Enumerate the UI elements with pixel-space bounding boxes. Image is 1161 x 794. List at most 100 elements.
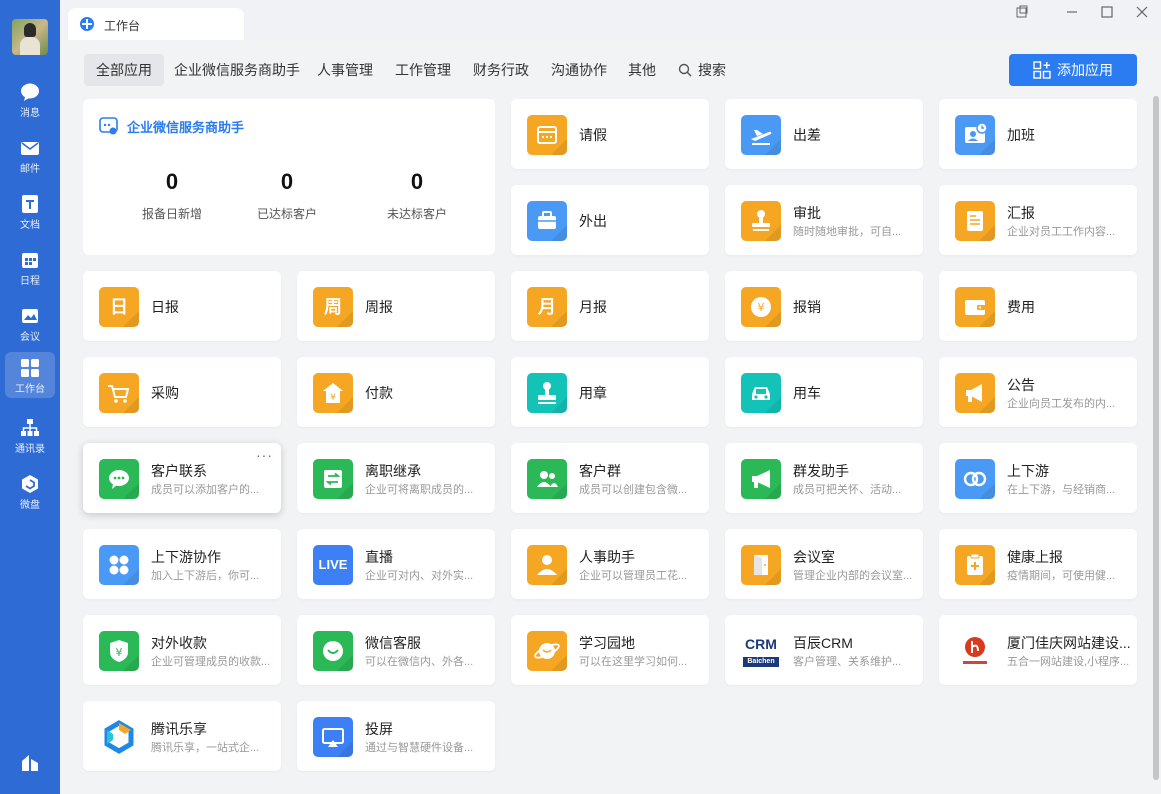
customer-chat-icon bbox=[99, 459, 139, 499]
app-card[interactable]: 上下游 在上下游，与经销商... bbox=[939, 443, 1137, 513]
app-card[interactable]: 客户群 成员可以创建包含微... bbox=[511, 443, 709, 513]
sidebar-item-meeting[interactable]: 会议 bbox=[5, 300, 55, 346]
app-name: 百辰CRM bbox=[793, 635, 853, 651]
app-card[interactable]: ¥ 对外收款 企业可管理成员的收款... bbox=[83, 615, 281, 685]
scrollbar[interactable] bbox=[1153, 96, 1159, 780]
sidebar-item-bottom[interactable] bbox=[5, 746, 55, 782]
stamp-icon bbox=[741, 201, 781, 241]
tab-search[interactable]: 搜索 bbox=[666, 54, 738, 86]
maximize-icon[interactable] bbox=[1099, 4, 1115, 20]
app-card[interactable]: 上下游协作 加入上下游后，你可... bbox=[83, 529, 281, 599]
app-card[interactable]: 审批 随时随地审批，可自... bbox=[725, 185, 923, 255]
app-name: 直播 bbox=[365, 549, 393, 565]
app-card[interactable]: 群发助手 成员可把关怀、活动... bbox=[725, 443, 923, 513]
live-icon: LIVE bbox=[313, 545, 353, 585]
app-card[interactable]: 人事助手 企业可以管理员工花... bbox=[511, 529, 709, 599]
app-card[interactable]: 出差 bbox=[725, 99, 923, 169]
app-card[interactable]: 客户联系 成员可以添加客户的... ··· bbox=[83, 443, 281, 513]
app-card[interactable]: 外出 bbox=[511, 185, 709, 255]
app-card[interactable]: 加班 bbox=[939, 99, 1137, 169]
payment-house-icon: ¥ bbox=[313, 373, 353, 413]
app-name: 微信客服 bbox=[365, 635, 421, 651]
app-name: 用章 bbox=[579, 385, 607, 401]
app-card[interactable]: 学习园地 可以在这里学习如何... bbox=[511, 615, 709, 685]
daily-icon: 日 bbox=[99, 287, 139, 327]
icon-glyph: 月 bbox=[538, 297, 556, 317]
app-card[interactable]: 投屏 通过与智慧硬件设备... bbox=[297, 701, 495, 771]
app-card[interactable]: 离职继承 企业可将离职成员的... bbox=[297, 443, 495, 513]
tab-other[interactable]: 其他 bbox=[616, 54, 668, 86]
icon-glyph: 日 bbox=[110, 297, 128, 317]
tab-workbench[interactable]: 工作台 bbox=[68, 8, 244, 40]
close-icon[interactable] bbox=[1134, 4, 1150, 20]
yuan-shield-icon: ¥ bbox=[99, 631, 139, 671]
app-card[interactable]: 用车 bbox=[725, 357, 923, 427]
sidebar-item-drive[interactable]: 微盘 bbox=[5, 468, 55, 514]
app-name: 外出 bbox=[579, 213, 607, 229]
app-card[interactable]: 费用 bbox=[939, 271, 1137, 341]
sidebar-item-contacts[interactable]: 通讯录 bbox=[5, 412, 55, 458]
tencent-lexiang-logo bbox=[99, 717, 139, 757]
app-card[interactable]: LIVE 直播企业可对内、对外实... bbox=[297, 529, 495, 599]
app-card[interactable]: 腾讯乐享 腾讯乐享，一站式企... bbox=[83, 701, 281, 771]
sidebar-item-docs[interactable]: 文档 bbox=[5, 188, 55, 234]
app-card[interactable]: 日 日报 bbox=[83, 271, 281, 341]
pin-icon[interactable] bbox=[1014, 4, 1030, 20]
sidebar-item-mail[interactable]: 邮件 bbox=[5, 132, 55, 178]
minimize-icon[interactable] bbox=[1064, 4, 1080, 20]
stat-label: 报备日新增 bbox=[141, 207, 202, 221]
sidebar-item-schedule[interactable]: 日程 bbox=[5, 244, 55, 290]
app-card[interactable]: 月 月报 bbox=[511, 271, 709, 341]
sidebar-item-messages[interactable]: 消息 bbox=[5, 76, 55, 122]
app-name: 采购 bbox=[151, 385, 179, 401]
app-card[interactable]: 微信客服 可以在微信内、外各... bbox=[297, 615, 495, 685]
cart-icon bbox=[99, 373, 139, 413]
clover-icon bbox=[99, 545, 139, 585]
app-card[interactable]: 周 周报 bbox=[297, 271, 495, 341]
report-doc-icon bbox=[955, 201, 995, 241]
app-description: 企业向员工发布的内... bbox=[1007, 398, 1116, 410]
stat-qualified: 0 已达标客户 bbox=[222, 169, 352, 222]
add-grid-icon bbox=[1033, 61, 1051, 79]
megaphone-icon bbox=[955, 373, 995, 413]
tab-wecom-helper[interactable]: 企业微信服务商助手 bbox=[162, 54, 312, 86]
app-card[interactable]: 请假 bbox=[511, 99, 709, 169]
app-description: 在上下游，与经销商... bbox=[1007, 484, 1116, 496]
app-card[interactable]: 健康上报 疫情期间，可使用健... bbox=[939, 529, 1137, 599]
app-name: 加班 bbox=[1007, 127, 1035, 143]
app-card[interactable]: 厦门佳庆网站建设... 五合一网站建设,小程序... bbox=[939, 615, 1137, 685]
sidebar-item-workbench[interactable]: 工作台 bbox=[5, 352, 55, 398]
app-name: 学习园地 bbox=[579, 635, 635, 651]
tab-finance[interactable]: 财务行政 bbox=[461, 54, 541, 86]
app-name: 公告 bbox=[1007, 377, 1035, 393]
more-options-icon[interactable]: ··· bbox=[256, 447, 273, 463]
app-name: 用车 bbox=[793, 385, 821, 401]
app-name: 对外收款 bbox=[151, 635, 207, 651]
sidebar-item-label: 微盘 bbox=[20, 500, 40, 511]
service-helper-card[interactable]: 企业微信服务商助手 0 报备日新增 0 已达标客户 0 未达标客户 bbox=[83, 99, 495, 255]
app-card[interactable]: ¥ 报销 bbox=[725, 271, 923, 341]
app-card[interactable]: 公告企业向员工发布的内... bbox=[939, 357, 1137, 427]
app-card[interactable]: ¥ 付款 bbox=[297, 357, 495, 427]
group-icon bbox=[527, 459, 567, 499]
app-card[interactable]: 采购 bbox=[83, 357, 281, 427]
avatar[interactable] bbox=[12, 19, 48, 55]
add-app-label: 添加应用 bbox=[1057, 62, 1113, 78]
monthly-icon: 月 bbox=[527, 287, 567, 327]
planet-icon bbox=[527, 631, 567, 671]
app-card[interactable]: 汇报 企业对员工工作内容... bbox=[939, 185, 1137, 255]
tab-communication[interactable]: 沟通协作 bbox=[539, 54, 619, 86]
app-card[interactable]: CRM Baichen 百辰CRM 客户管理、关系维护... bbox=[725, 615, 923, 685]
tab-all-apps[interactable]: 全部应用 bbox=[84, 54, 164, 86]
tab-work-mgmt[interactable]: 工作管理 bbox=[383, 54, 463, 86]
tab-hr[interactable]: 人事管理 bbox=[305, 54, 385, 86]
app-name: 汇报 bbox=[1007, 205, 1035, 221]
app-description: 企业可对内、对外实... bbox=[365, 570, 474, 582]
app-name: 审批 bbox=[793, 205, 821, 221]
overtime-icon bbox=[955, 115, 995, 155]
add-app-button[interactable]: 添加应用 bbox=[1009, 54, 1137, 86]
app-card[interactable]: 会议室 管理企业内部的会议室... bbox=[725, 529, 923, 599]
app-card[interactable]: 用章 bbox=[511, 357, 709, 427]
app-description: 客户管理、关系维护... bbox=[793, 656, 902, 668]
helper-title: 企业微信服务商助手 bbox=[127, 120, 245, 135]
